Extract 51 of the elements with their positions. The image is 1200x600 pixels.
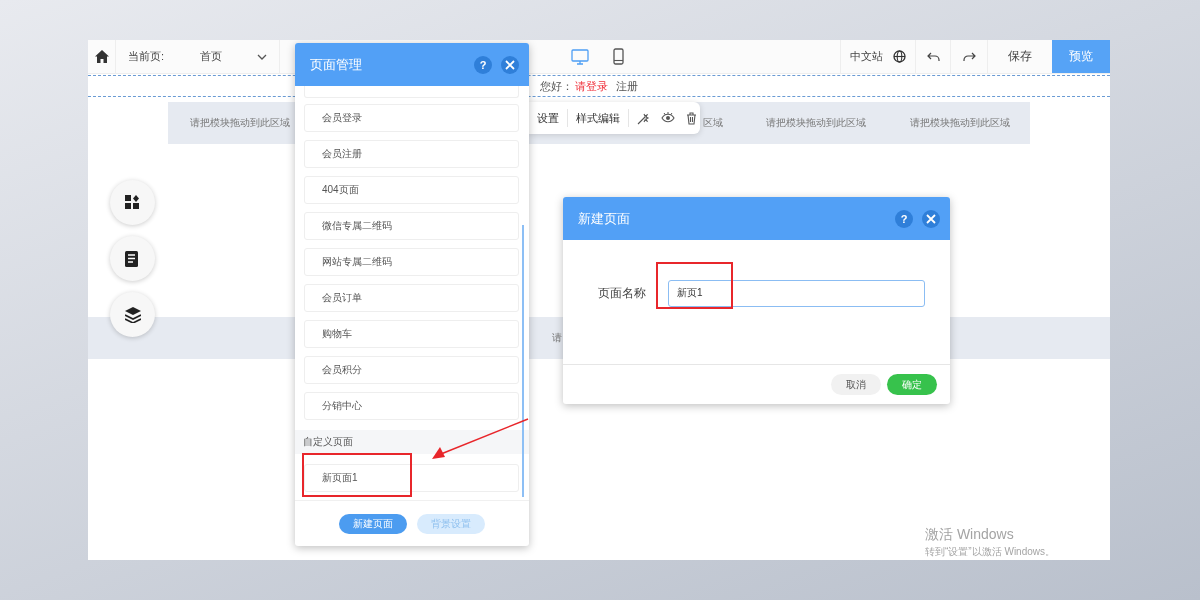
page-list-item[interactable]: 会员订单	[304, 284, 519, 312]
layers-icon	[124, 306, 141, 323]
scrollbar[interactable]	[522, 225, 524, 497]
page-list-item[interactable]: 会员注册	[304, 140, 519, 168]
modules-button[interactable]	[110, 180, 155, 225]
drop-zone-hint: 请把模块拖动到此区域	[189, 116, 291, 130]
document-icon	[124, 250, 141, 267]
page-name-field[interactable]: 新页1	[668, 279, 925, 307]
phone-icon	[612, 48, 624, 65]
drop-zone-hint: 请把模块拖动到此区域	[909, 116, 1011, 130]
activation-title: 激活 Windows	[925, 526, 1015, 544]
toolbar-item[interactable]: 样式编辑	[568, 109, 629, 127]
magic-wand-icon[interactable]	[637, 111, 650, 125]
undo-icon	[926, 51, 940, 62]
field-label: 页面名称	[598, 285, 646, 301]
trash-icon[interactable]	[686, 111, 697, 125]
drop-zone-hint: 请把模块拖动到此区域	[765, 116, 867, 130]
page-list-item[interactable]: 会员积分	[304, 356, 519, 384]
dialog-title: 页面管理	[310, 55, 363, 74]
monitor-icon	[571, 48, 589, 65]
page-list-item[interactable]: 404页面	[304, 176, 519, 204]
activation-hint: 转到“设置”以激活 Windows。	[925, 545, 1055, 559]
home-icon	[94, 50, 109, 63]
language-button[interactable]: 中文站	[840, 40, 915, 73]
close-icon	[505, 59, 515, 70]
pages-button[interactable]	[110, 236, 155, 281]
drop-zone-hint: 请	[552, 332, 562, 343]
page-list-item[interactable]: 会员登录	[304, 104, 519, 132]
drop-zone-hint: 区域	[703, 116, 723, 130]
page-list-item[interactable]: 分销中心	[304, 392, 519, 420]
module-blocks-icon	[124, 194, 141, 211]
close-icon	[926, 213, 936, 224]
close-button[interactable]	[922, 209, 940, 228]
dialog-title: 新建页面	[578, 209, 631, 228]
register-link[interactable]: 注册	[616, 78, 638, 94]
current-page-select[interactable]: 当前页: 首页	[116, 40, 280, 73]
page-list-item[interactable]: 新页面1	[304, 464, 519, 492]
cancel-button[interactable]: 取消	[831, 374, 881, 395]
eye-icon[interactable]	[661, 111, 675, 124]
section-header: 自定义页面	[295, 430, 529, 454]
help-button[interactable]: ?	[895, 209, 913, 228]
page-list-item[interactable]: 微信专属二维码	[304, 212, 519, 240]
close-button[interactable]	[501, 55, 519, 74]
page-list-item[interactable]: 购物车	[304, 320, 519, 348]
redo-icon	[962, 51, 976, 62]
chevron-down-icon	[257, 53, 267, 60]
login-link[interactable]: 请登录	[575, 78, 608, 94]
greeting-text: 您好：	[540, 78, 573, 94]
help-button[interactable]: ?	[474, 55, 492, 74]
globe-icon	[893, 50, 906, 63]
page-list-item[interactable]: 网站专属二维码	[304, 248, 519, 276]
